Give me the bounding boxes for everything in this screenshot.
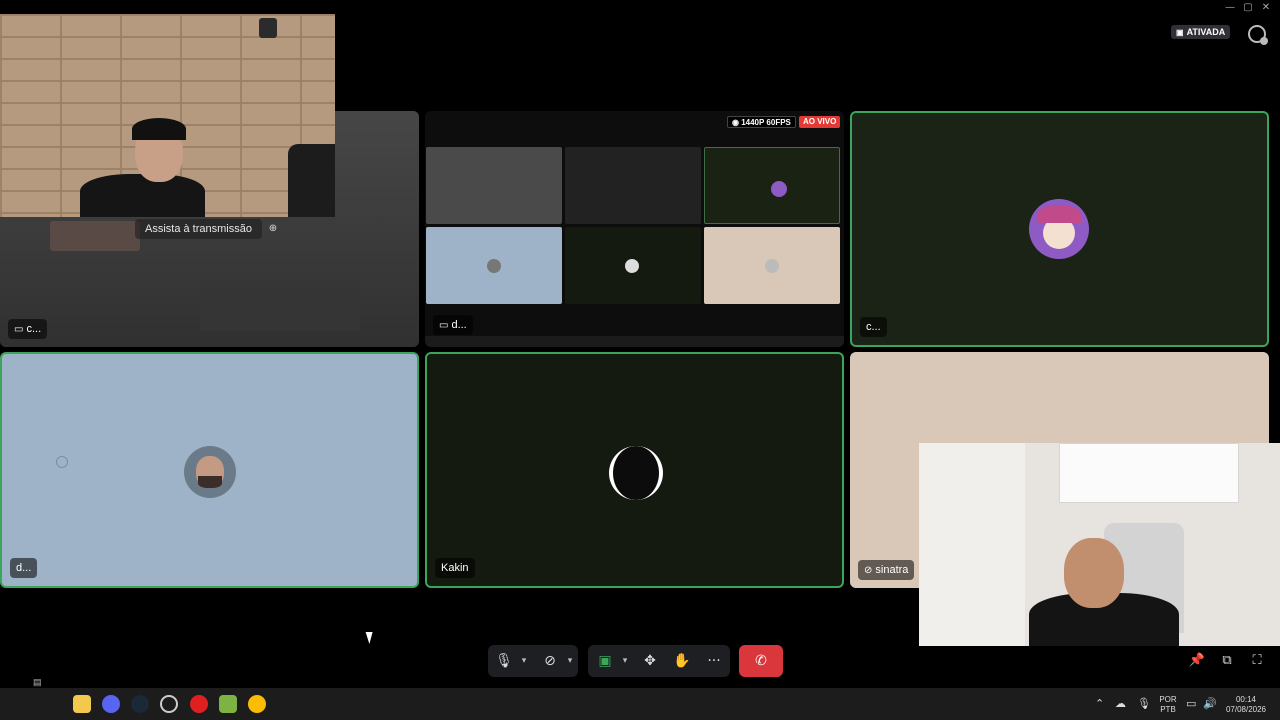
pin-icon[interactable]: 📌 (1188, 652, 1206, 670)
watch-stream-icon[interactable]: ⊕ (264, 221, 282, 237)
close-button[interactable]: ✕ (1259, 2, 1273, 14)
avatar (184, 446, 236, 498)
clock[interactable]: 00:14 07/08/2026 (1222, 695, 1270, 715)
chrome-icon[interactable] (248, 695, 266, 713)
loading-spinner (56, 456, 68, 468)
language-indicator[interactable]: POR PTB (1157, 695, 1179, 715)
file-explorer-icon[interactable] (73, 695, 91, 713)
stream-taskbar (425, 336, 844, 347)
chair (288, 144, 335, 217)
person-face (1064, 538, 1124, 608)
avatar (765, 259, 779, 273)
avatar (1029, 199, 1089, 259)
obs-icon[interactable] (160, 695, 178, 713)
chevron-down-icon[interactable]: ▾ (564, 645, 576, 677)
steam-icon[interactable] (131, 695, 149, 713)
participant-name-tag: c... (860, 317, 887, 337)
microphone-icon[interactable]: 🎙 (1137, 697, 1151, 710)
deafened-icon: ⊘ (864, 565, 873, 576)
avatar (771, 181, 787, 197)
participant-tile-2[interactable]: ▭ d... (425, 111, 844, 347)
status-badge[interactable]: ▣ ATIVADA (1171, 25, 1231, 39)
avatar-shape (613, 446, 659, 500)
webcam-overlay-right (919, 443, 1280, 646)
eye-icon: ◉ (732, 118, 742, 127)
participant-tile-3[interactable]: c... (850, 111, 1269, 347)
webcam-overlay-left (0, 14, 335, 217)
avatar (625, 259, 639, 273)
preview-block (200, 281, 360, 331)
hang-up-icon[interactable]: ✆ (739, 645, 783, 677)
person-body (80, 174, 205, 217)
participant-name-tag: ⊘ sinatra (858, 560, 915, 580)
chevron-down-icon[interactable]: ▾ (518, 645, 530, 677)
quality-badge: ◉ 1440P 60FPS (727, 116, 796, 128)
mouse-cursor (362, 632, 373, 644)
stream-icon: ▭ (439, 320, 449, 331)
chevron-down-icon[interactable]: ▾ (619, 645, 631, 677)
camera-off-icon[interactable]: ⊘ (534, 645, 566, 677)
fullscreen-icon[interactable]: ⛶ (1248, 652, 1266, 670)
screen-share-icon[interactable]: ▣ (589, 645, 621, 677)
microphone-icon[interactable]: 🎙 (488, 645, 520, 677)
live-badge: AO VIVO (799, 116, 841, 128)
room-wall (919, 443, 1025, 646)
cabinet (1059, 443, 1239, 503)
minimize-button[interactable]: — (1223, 2, 1237, 14)
soundboard-icon[interactable]: ✋ (666, 645, 698, 677)
participant-tile-5[interactable]: Kakin (425, 352, 844, 588)
participant-name-tag: ▭ d... (433, 315, 473, 335)
app-icon[interactable] (190, 695, 208, 713)
cloud-icon[interactable]: ☁ (1115, 697, 1126, 710)
maximize-button[interactable]: ▢ (1241, 2, 1255, 14)
avatar-hat (1037, 205, 1081, 223)
discord-icon[interactable] (102, 695, 120, 713)
stream-sub-tile (565, 147, 701, 224)
activities-icon[interactable]: ✥ (634, 645, 666, 677)
avatar (487, 259, 501, 273)
avatar (609, 446, 663, 500)
app-icon[interactable] (219, 695, 237, 713)
chat-icon[interactable]: ▤ (33, 677, 42, 688)
participant-name-tag: d... (10, 558, 38, 578)
wall-device (259, 18, 277, 38)
stream-icon: ▭ (14, 324, 24, 335)
watch-stream-label[interactable]: Assista à transmissão (135, 219, 262, 239)
participant-name-tag: Kakin (435, 558, 475, 578)
more-options-icon[interactable]: ··· (698, 645, 730, 677)
person-hair (132, 118, 186, 140)
display-icon[interactable]: ▭ (1186, 697, 1196, 710)
participant-name-tag: ▭ c... (8, 319, 48, 339)
volume-icon[interactable]: 🔊 (1203, 697, 1217, 710)
settings-icon[interactable] (1248, 25, 1268, 45)
preview-block (50, 221, 140, 251)
stream-icon: ▣ (1176, 28, 1184, 37)
stream-sub-tile (426, 147, 562, 224)
chevron-up-icon[interactable]: ⌃ (1095, 697, 1104, 710)
participant-tile-4[interactable]: d... (0, 352, 419, 588)
avatar-beard (198, 476, 222, 488)
popout-icon[interactable]: ⧉ (1218, 652, 1236, 670)
